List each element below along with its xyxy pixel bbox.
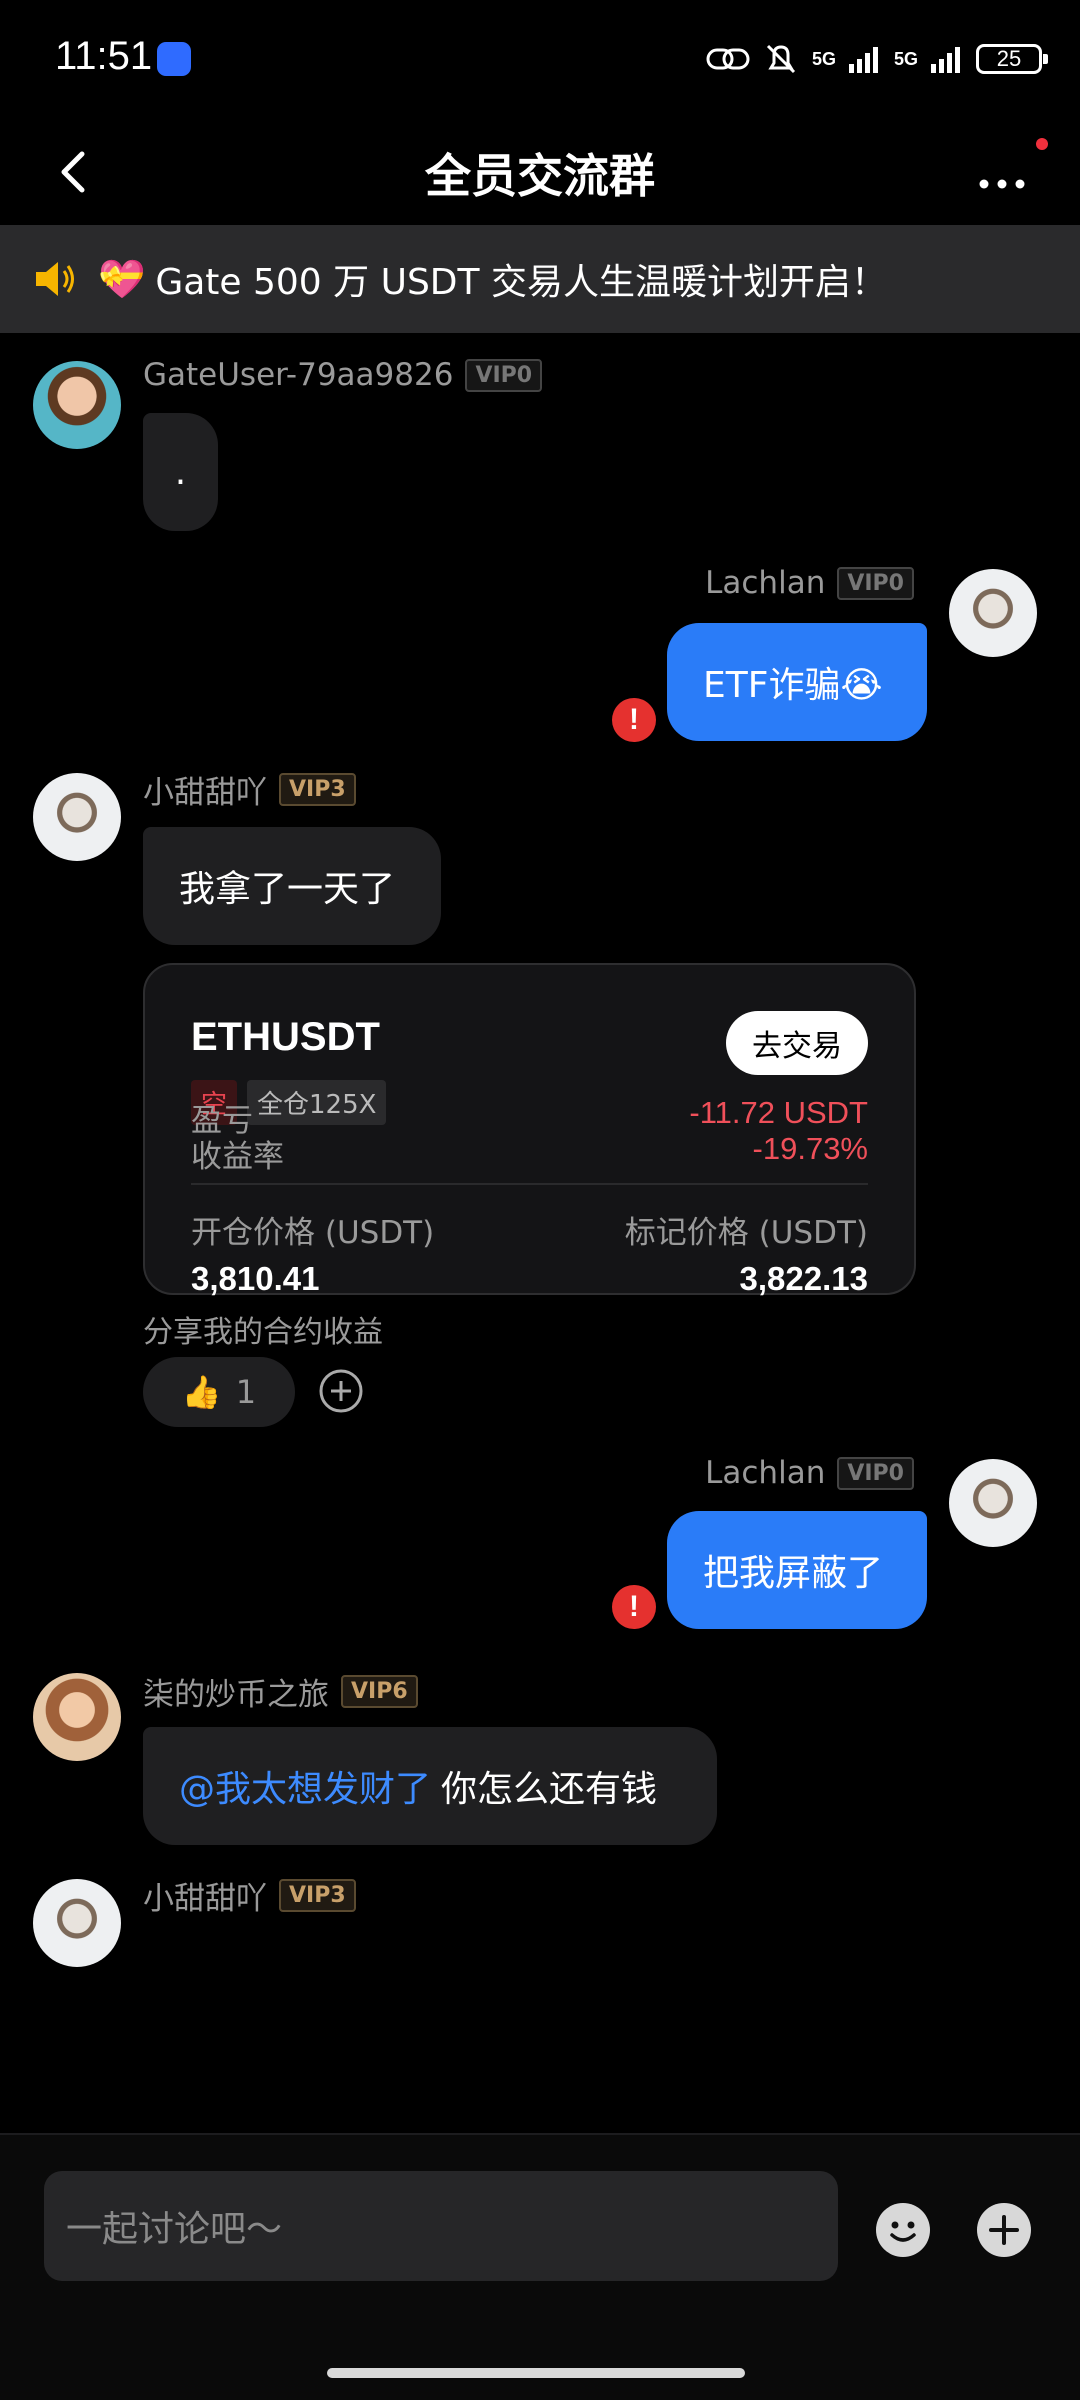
- avatar[interactable]: [949, 1459, 1037, 1547]
- card-divider: [191, 1183, 868, 1185]
- battery-level: 25: [996, 46, 1022, 71]
- heart-gift-icon: 💝: [98, 256, 146, 301]
- sender-username: 柒的炒币之旅: [143, 1677, 329, 1713]
- input-placeholder: 一起讨论吧～: [66, 2209, 283, 2250]
- link-icon: [706, 48, 750, 70]
- mention-link[interactable]: @我太想发财了: [179, 1760, 431, 1812]
- roe-value: -19.73%: [752, 1131, 868, 1166]
- go-trade-button[interactable]: 去交易: [726, 1011, 868, 1075]
- message-input[interactable]: 一起讨论吧～: [44, 2171, 838, 2281]
- message-text: 你怎么还有钱: [441, 1769, 658, 1810]
- app-notification-icon: [157, 42, 191, 76]
- emoji-icon[interactable]: [874, 2201, 932, 2259]
- sender-username: 小甜甜吖: [143, 775, 267, 811]
- avatar[interactable]: [949, 569, 1037, 657]
- notification-dot: [1036, 138, 1048, 150]
- signal-icon: [848, 47, 878, 73]
- entry-price-label: 开仓价格 (USDT): [191, 1215, 435, 1251]
- vip-badge: VIP6: [341, 1675, 418, 1708]
- sender-username: 小甜甜吖: [143, 1881, 267, 1917]
- avatar[interactable]: [33, 1673, 121, 1761]
- plus-icon[interactable]: [975, 2201, 1033, 2259]
- header: 全员交流群: [0, 120, 1080, 224]
- roe-label: 收益率: [191, 1139, 284, 1175]
- status-bar: 11:51 5G 5G 25: [0, 0, 1080, 120]
- message-text: 把我屏蔽了: [703, 1553, 884, 1594]
- roe-row: 收益率 -19.73%: [191, 1131, 868, 1176]
- reaction-count: 1: [235, 1373, 257, 1411]
- sender-name: GateUser-79aa9826 VIP0: [143, 357, 543, 393]
- sender-name: Lachlan VIP0: [705, 565, 914, 601]
- signal-icon-2: [931, 47, 960, 73]
- send-failed-icon[interactable]: !: [612, 1585, 656, 1629]
- vip-badge: VIP0: [837, 566, 914, 600]
- vip-badge: VIP0: [837, 1456, 914, 1490]
- signal-label-2: 5G: [893, 49, 918, 69]
- vip-badge: VIP3: [279, 773, 356, 806]
- mark-price-label: 标记价格 (USDT): [624, 1215, 868, 1251]
- sender-name: 小甜甜吖 VIP3: [143, 767, 356, 812]
- message-bubble[interactable]: @我太想发财了 你怎么还有钱: [143, 1727, 717, 1845]
- message-composer: 一起讨论吧～: [0, 2133, 1080, 2400]
- share-caption: 分享我的合约收益: [143, 1315, 383, 1350]
- vip-badge: VIP0: [465, 358, 543, 392]
- sender-name: 柒的炒币之旅 VIP6: [143, 1669, 418, 1714]
- entry-price: 开仓价格 (USDT) 3,810.41: [191, 1207, 434, 1298]
- trade-share-card[interactable]: ETHUSDT 去交易 空 全仓125X 盈亏 -11.72 USDT 收益率 …: [143, 963, 916, 1298]
- entry-price-value: 3,810.41: [191, 1260, 320, 1297]
- mute-bell-icon: [766, 44, 796, 74]
- sender-username: Lachlan: [705, 1455, 826, 1491]
- announcement-banner[interactable]: 💝 Gate 500 万 USDT 交易人生温暖计划开启！: [0, 225, 1080, 333]
- mark-price: 标记价格 (USDT) 3,822.13: [625, 1207, 868, 1298]
- send-failed-icon[interactable]: !: [612, 698, 656, 742]
- partial-message: 小甜甜吖 VIP3: [0, 1873, 1080, 2133]
- sender-username: GateUser-79aa9826: [143, 357, 454, 393]
- message-bubble[interactable]: 我拿了一天了: [143, 827, 441, 945]
- speaker-icon: [36, 262, 74, 296]
- trade-symbol: ETHUSDT: [191, 1015, 380, 1059]
- avatar[interactable]: [33, 773, 121, 861]
- message-bubble[interactable]: .: [143, 413, 218, 531]
- thumbs-up-icon: 👍: [181, 1373, 222, 1411]
- chat-area[interactable]: GateUser-79aa9826 VIP0 . Lachlan VIP0 ET…: [0, 333, 1080, 2133]
- home-indicator[interactable]: [327, 2368, 745, 2378]
- message-text: ETF诈骗😭: [703, 665, 883, 706]
- sender-username: Lachlan: [705, 565, 826, 601]
- sender-name: Lachlan VIP0: [705, 1455, 914, 1491]
- status-time: 11:51: [55, 34, 153, 78]
- message-bubble-own[interactable]: ETF诈骗😭: [667, 623, 927, 741]
- avatar[interactable]: [33, 1879, 121, 1967]
- message-bubble-own[interactable]: 把我屏蔽了: [667, 1511, 927, 1629]
- message-text: 我拿了一天了: [179, 869, 396, 910]
- battery-icon: 25: [976, 44, 1048, 74]
- sender-name: 小甜甜吖 VIP3: [143, 1873, 356, 1918]
- avatar[interactable]: [33, 361, 121, 449]
- signal-label-1: 5G: [811, 49, 836, 69]
- status-indicators: 5G 5G 25: [706, 34, 1048, 84]
- add-reaction-icon[interactable]: [317, 1367, 365, 1415]
- more-options-icon[interactable]: [970, 142, 1040, 202]
- vip-badge: VIP3: [279, 1879, 356, 1912]
- announcement-text: Gate 500 万 USDT 交易人生温暖计划开启！: [155, 262, 887, 303]
- reaction-chip[interactable]: 👍 1: [143, 1357, 295, 1427]
- mark-price-value: 3,822.13: [739, 1260, 868, 1297]
- page-title: 全员交流群: [425, 149, 655, 203]
- message-text: .: [174, 451, 187, 493]
